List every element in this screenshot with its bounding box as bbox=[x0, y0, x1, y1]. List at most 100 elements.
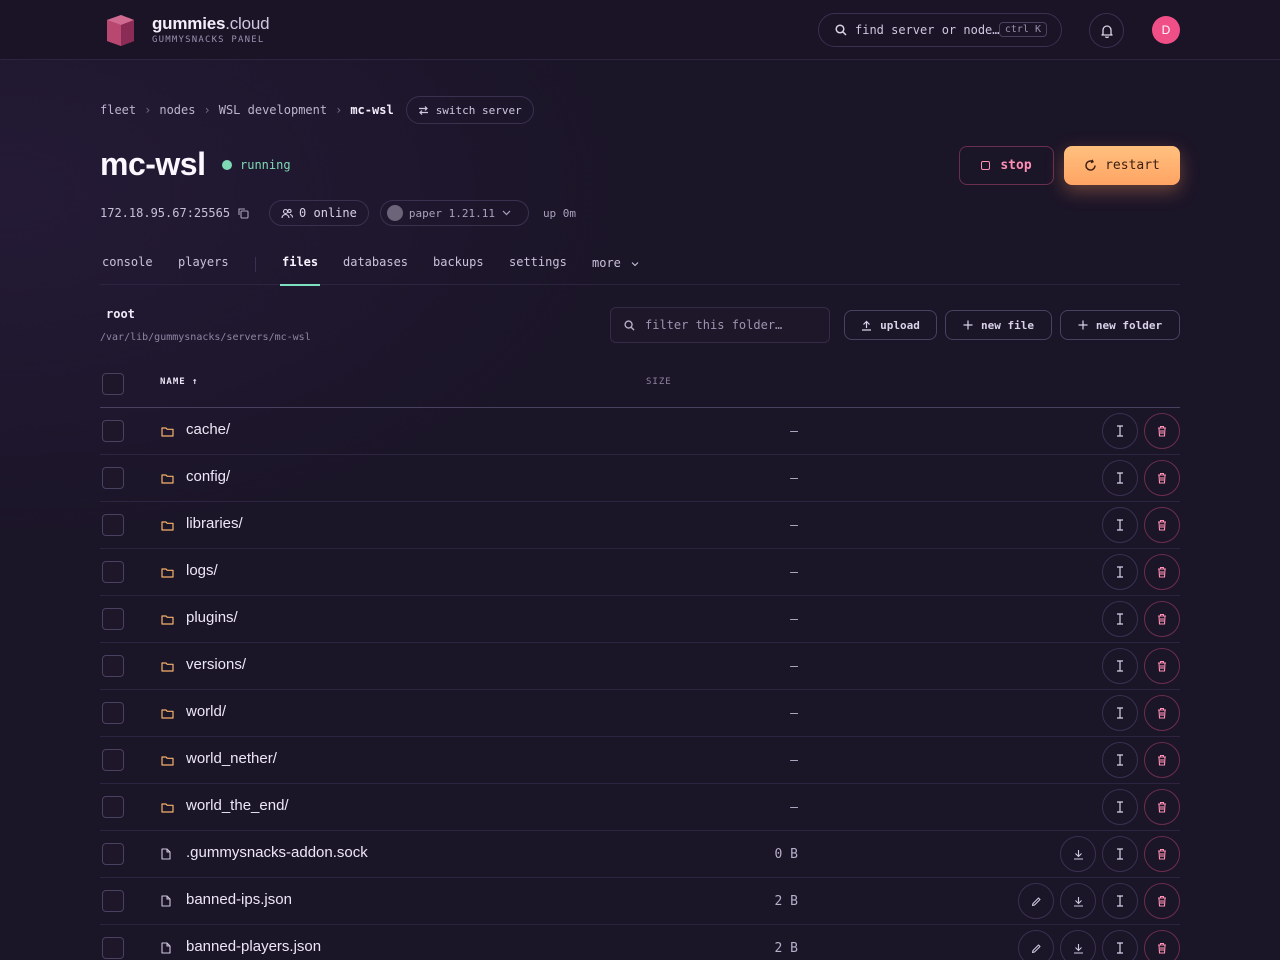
breadcrumb-nodes[interactable]: nodes bbox=[159, 103, 195, 117]
table-row[interactable]: libraries/ – bbox=[100, 502, 1180, 549]
new-folder-button[interactable]: new folder bbox=[1060, 310, 1180, 340]
tab-settings[interactable]: settings bbox=[509, 255, 567, 285]
row-checkbox[interactable] bbox=[102, 702, 124, 724]
breadcrumb-node[interactable]: WSL development bbox=[219, 103, 327, 117]
row-checkbox[interactable] bbox=[102, 467, 124, 489]
rename-button[interactable] bbox=[1102, 601, 1138, 637]
select-all-checkbox[interactable] bbox=[102, 373, 124, 395]
tab-backups[interactable]: backups bbox=[433, 255, 484, 285]
file-name[interactable]: banned-ips.json bbox=[186, 891, 292, 908]
row-checkbox[interactable] bbox=[102, 514, 124, 536]
tab-files[interactable]: files bbox=[279, 255, 321, 286]
table-row[interactable]: world_the_end/ – bbox=[100, 784, 1180, 831]
file-name[interactable]: world_nether/ bbox=[186, 750, 277, 767]
rename-button[interactable] bbox=[1102, 930, 1138, 960]
text-cursor-icon bbox=[1116, 519, 1124, 531]
file-size: – bbox=[790, 612, 798, 627]
rename-button[interactable] bbox=[1102, 836, 1138, 872]
table-row[interactable]: plugins/ – bbox=[100, 596, 1180, 643]
trash-icon bbox=[1157, 425, 1167, 437]
row-checkbox[interactable] bbox=[102, 749, 124, 771]
download-button[interactable] bbox=[1060, 836, 1096, 872]
file-name[interactable]: world/ bbox=[186, 703, 226, 720]
delete-button[interactable] bbox=[1144, 554, 1180, 590]
global-search[interactable]: find server or node… ctrl K bbox=[818, 13, 1062, 47]
row-checkbox[interactable] bbox=[102, 796, 124, 818]
delete-button[interactable] bbox=[1144, 601, 1180, 637]
tab-console[interactable]: console bbox=[102, 255, 153, 285]
table-row[interactable]: banned-players.json 2 B bbox=[100, 925, 1180, 960]
file-name[interactable]: world_the_end/ bbox=[186, 797, 289, 814]
file-name[interactable]: config/ bbox=[186, 468, 230, 485]
switch-server-label: switch server bbox=[435, 103, 522, 117]
rename-button[interactable] bbox=[1102, 742, 1138, 778]
delete-button[interactable] bbox=[1144, 930, 1180, 960]
plus-icon bbox=[963, 320, 973, 330]
file-name[interactable]: cache/ bbox=[186, 421, 230, 438]
notifications-button[interactable] bbox=[1089, 13, 1124, 48]
breadcrumb-fleet[interactable]: fleet bbox=[100, 103, 136, 117]
row-checkbox[interactable] bbox=[102, 608, 124, 630]
rename-button[interactable] bbox=[1102, 460, 1138, 496]
rename-button[interactable] bbox=[1102, 413, 1138, 449]
table-row[interactable]: .gummysnacks-addon.sock 0 B bbox=[100, 831, 1180, 878]
user-avatar[interactable]: D bbox=[1152, 16, 1180, 44]
column-name-header[interactable]: NAME ↑ bbox=[160, 377, 199, 387]
file-name[interactable]: banned-players.json bbox=[186, 938, 321, 955]
table-row[interactable]: config/ – bbox=[100, 455, 1180, 502]
delete-button[interactable] bbox=[1144, 836, 1180, 872]
rename-button[interactable] bbox=[1102, 695, 1138, 731]
download-button[interactable] bbox=[1060, 883, 1096, 919]
filter-input[interactable]: filter this folder… bbox=[610, 307, 830, 343]
file-name[interactable]: versions/ bbox=[186, 656, 246, 673]
table-row[interactable]: cache/ – bbox=[100, 408, 1180, 455]
row-checkbox[interactable] bbox=[102, 420, 124, 442]
table-row[interactable]: banned-ips.json 2 B bbox=[100, 878, 1180, 925]
switch-server-button[interactable]: switch server bbox=[405, 96, 534, 124]
rename-button[interactable] bbox=[1102, 883, 1138, 919]
file-name[interactable]: .gummysnacks-addon.sock bbox=[186, 844, 368, 861]
file-name[interactable]: plugins/ bbox=[186, 609, 238, 626]
row-checkbox[interactable] bbox=[102, 561, 124, 583]
rename-button[interactable] bbox=[1102, 554, 1138, 590]
rename-button[interactable] bbox=[1102, 507, 1138, 543]
table-row[interactable]: world_nether/ – bbox=[100, 737, 1180, 784]
edit-button[interactable] bbox=[1018, 883, 1054, 919]
gummy-cube-logo[interactable] bbox=[104, 13, 136, 47]
restart-button[interactable]: restart bbox=[1064, 146, 1180, 185]
delete-button[interactable] bbox=[1144, 507, 1180, 543]
row-checkbox[interactable] bbox=[102, 655, 124, 677]
file-name[interactable]: logs/ bbox=[186, 562, 218, 579]
delete-button[interactable] bbox=[1144, 695, 1180, 731]
file-name[interactable]: libraries/ bbox=[186, 515, 243, 532]
upload-button[interactable]: upload bbox=[844, 310, 937, 340]
row-checkbox[interactable] bbox=[102, 843, 124, 865]
copy-icon[interactable] bbox=[238, 207, 249, 219]
delete-button[interactable] bbox=[1144, 789, 1180, 825]
delete-button[interactable] bbox=[1144, 648, 1180, 684]
tab-more[interactable]: more bbox=[592, 256, 639, 286]
table-row[interactable]: versions/ – bbox=[100, 643, 1180, 690]
row-checkbox[interactable] bbox=[102, 937, 124, 959]
delete-button[interactable] bbox=[1144, 413, 1180, 449]
stop-button[interactable]: stop bbox=[959, 146, 1054, 185]
delete-button[interactable] bbox=[1144, 742, 1180, 778]
tab-players[interactable]: players bbox=[178, 255, 229, 285]
edit-button[interactable] bbox=[1018, 930, 1054, 960]
rename-button[interactable] bbox=[1102, 789, 1138, 825]
new-file-button[interactable]: new file bbox=[945, 310, 1052, 340]
table-row[interactable]: logs/ – bbox=[100, 549, 1180, 596]
table-row[interactable]: world/ – bbox=[100, 690, 1180, 737]
brand-name[interactable]: gummies.cloud bbox=[152, 14, 270, 34]
delete-button[interactable] bbox=[1144, 883, 1180, 919]
download-button[interactable] bbox=[1060, 930, 1096, 960]
file-size: – bbox=[790, 424, 798, 439]
delete-button[interactable] bbox=[1144, 460, 1180, 496]
rename-button[interactable] bbox=[1102, 648, 1138, 684]
stop-label: stop bbox=[1000, 158, 1032, 173]
tab-databases[interactable]: databases bbox=[343, 255, 408, 285]
row-checkbox[interactable] bbox=[102, 890, 124, 912]
version-selector[interactable]: paper 1.21.11 bbox=[379, 200, 529, 226]
players-online-pill[interactable]: 0 online bbox=[269, 200, 369, 226]
column-size-header[interactable]: SIZE bbox=[646, 377, 672, 387]
